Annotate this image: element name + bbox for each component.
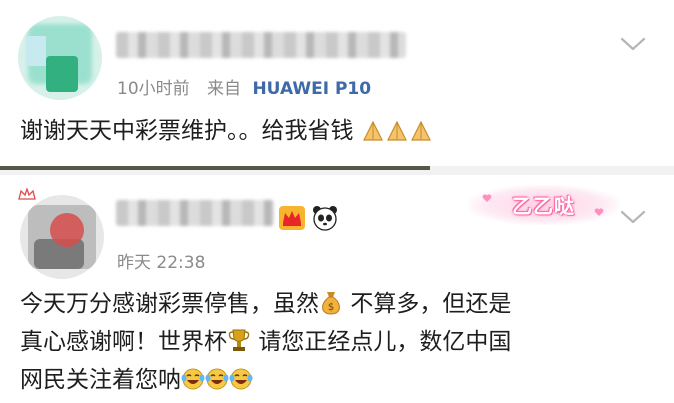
chevron-down-icon[interactable] [620,36,646,52]
comment-text-part: 真心感谢啊！世界杯 [20,329,227,355]
post-time: 10小时前 [117,79,190,99]
meta-line: 10小时前 来自 HUAWEI P10 [117,74,371,99]
avatar[interactable] [18,16,102,100]
comment-line-1: 今天万分感谢彩票停售，虽然 $ 不算多，但还是 [20,285,660,323]
comment-card-2: █████ 乙乙哒 昨天 22:38 今天万分感谢彩票停售，虽然 [0,175,674,403]
svg-text:$: $ [328,302,334,313]
avatar[interactable] [20,195,104,279]
comment-text: 今天万分感谢彩票停售，虽然 $ 不算多，但还是 真心感谢啊！世界杯 请您正经点儿… [20,285,660,399]
username[interactable]: █████ [116,200,274,226]
trophy-icon [228,329,250,351]
comment-text-part: 请您正经点儿，数亿中国 [258,329,512,355]
post-time: 昨天 22:38 [117,253,206,273]
panda-icon [313,206,337,231]
username[interactable]: ████ ████ [116,32,406,58]
comment-text-part: 网民关注着您呐 [20,367,181,393]
crown-icon [18,188,36,200]
hands-together-icon [386,120,407,141]
heart-icon [482,194,492,202]
avatar-image-part [26,36,46,66]
device-name: HUAWEI P10 [252,79,372,99]
laughing-tears-icon [229,368,253,390]
crown-badge-icon [279,206,305,230]
card-separator [0,166,674,175]
comment-line-3: 网民关注着您呐 [20,361,660,399]
laughing-tears-icon [205,368,229,390]
sticker-text: 乙乙哒 [512,194,575,218]
meta-line: 昨天 22:38 [117,248,205,273]
comment-text-part: 今天万分感谢彩票停售，虽然 [20,291,319,317]
laughing-tears-icon [181,368,205,390]
hands-together-icon [362,120,383,141]
hands-together-icon [410,120,431,141]
chevron-down-icon[interactable] [620,209,646,225]
avatar-image-part [46,56,78,92]
comment-text-body: 谢谢天天中彩票维护。。给我省钱 [20,118,354,144]
money-bag-icon: $ [322,292,340,315]
source-label: 来自 [207,79,242,99]
avatar-image-part [50,213,84,247]
card-sticker: 乙乙哒 [468,185,620,225]
comment-text-part: 不算多，但还是 [350,291,512,317]
comment-card-1: ████ ████ 10小时前 来自 HUAWEI P10 谢谢天天中彩票维护。… [0,0,674,170]
comment-text: 谢谢天天中彩票维护。。给我省钱 [20,112,650,150]
comment-line-2: 真心感谢啊！世界杯 请您正经点儿，数亿中国 [20,323,660,361]
heart-icon [594,208,604,216]
